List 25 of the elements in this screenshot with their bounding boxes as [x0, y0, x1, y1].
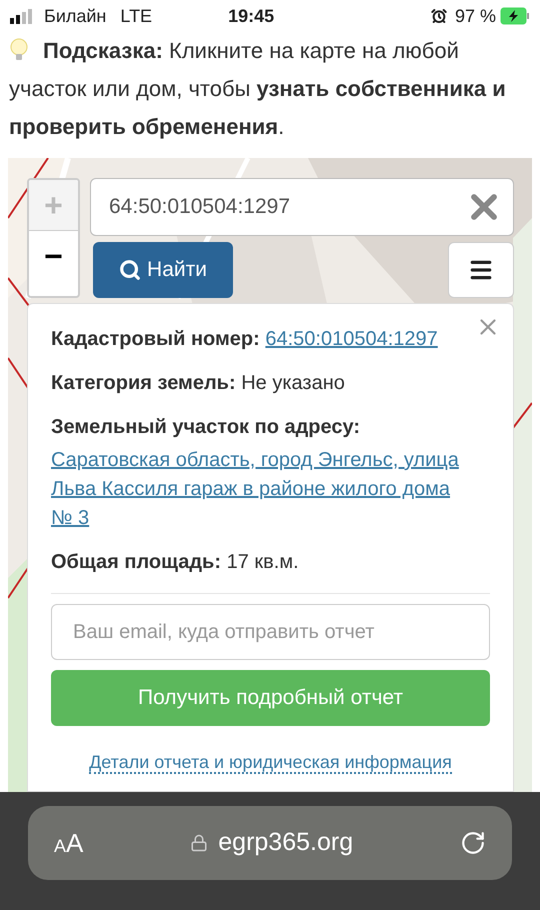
address-bar[interactable]: AA egrp365.org	[28, 806, 512, 880]
field-label: Земельный участок по адресу:	[51, 415, 362, 440]
url-text: egrp365.org	[218, 827, 354, 858]
email-field[interactable]: Ваш email, куда отправить отчет	[51, 604, 490, 660]
menu-button[interactable]	[448, 242, 514, 298]
carrier-name: Билайн	[44, 4, 106, 28]
lightbulb-icon	[9, 38, 29, 62]
details-link[interactable]: Детали отчета и юридическая информация	[89, 752, 452, 774]
find-button[interactable]: Найти	[93, 242, 233, 298]
search-field[interactable]: 64:50:010504:1297	[90, 178, 514, 236]
field-line: Категория земель: Не указано	[51, 371, 346, 396]
text-size-button[interactable]: AA	[54, 830, 84, 856]
field-line: Общая площадь: 17 кв.м.	[51, 550, 300, 575]
battery-charging-icon	[500, 7, 530, 25]
field-line: Кадастровый номер: 64:50:010504:1297	[51, 327, 439, 352]
alarm-icon	[430, 8, 447, 24]
cadastral-link[interactable]: 64:50:010504:1297	[265, 328, 438, 350]
address-link[interactable]: Саратовская область, город Энгельс, улица Льва Кассиля гараж в районе жилого дома № 3	[51, 446, 470, 533]
reload-icon[interactable]	[460, 830, 486, 856]
battery-percent: 97 %	[454, 4, 496, 28]
lock-icon	[190, 834, 208, 852]
search-icon	[119, 259, 142, 281]
hint-text: Подсказка: Кликните на карте на любой участок или дом, чтобы узнать собственника и проверить обременения.	[9, 37, 507, 141]
clock-time: 19:45	[228, 4, 274, 28]
network-type: LTE	[120, 4, 152, 28]
